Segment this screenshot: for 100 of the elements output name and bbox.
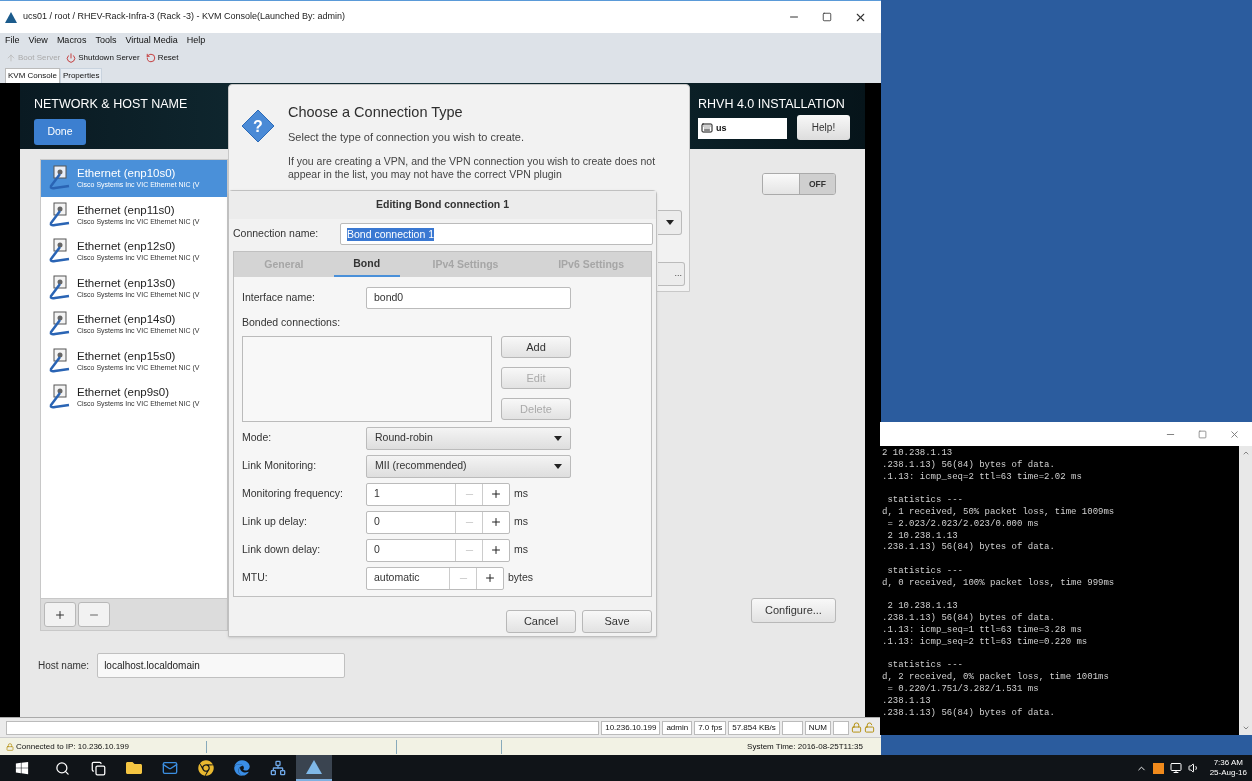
triangle-app-icon[interactable] [306, 760, 322, 774]
tab[interactable]: KVM Console [5, 68, 60, 83]
selected-text: Bond connection 1 [347, 227, 434, 241]
task-view-icon[interactable] [90, 760, 106, 776]
keyboard-layout-field[interactable]: us [698, 117, 787, 139]
menu-item[interactable]: Virtual Media [125, 34, 178, 48]
menu-item[interactable]: File [5, 34, 20, 48]
dialog-button[interactable]: ... [658, 262, 685, 286]
menu-item[interactable]: Help [186, 34, 206, 48]
unit-label: ms [514, 514, 528, 530]
connection-status: Connected to IP: 10.236.10.199 [14, 740, 207, 753]
caret-icon [554, 435, 562, 441]
field-label: Link up delay: [242, 514, 308, 530]
connection-name-field[interactable]: Bond connection 1 [340, 223, 653, 245]
mail-icon[interactable] [162, 760, 178, 776]
unit-label: ms [514, 542, 528, 558]
system-time: System Time: 2016-08-25T11:35 [747, 740, 864, 753]
dialog-subtitle: Select the type of connection you wish to create. [288, 129, 526, 145]
status-field [833, 720, 849, 735]
terminal-line: = 2.023/2.023/2.023/0.000 ms [886, 518, 1040, 531]
toolbar-button[interactable]: Reset [145, 52, 179, 64]
arrow-up-icon [6, 53, 16, 63]
unlocked-icon [864, 722, 875, 733]
power-icon [66, 53, 77, 63]
field-label: Mode: [242, 430, 273, 446]
triangle-logo-icon [5, 11, 17, 23]
device-name: Ethernet (enp12s0) [77, 239, 177, 254]
scroll-down-icon[interactable] [1241, 724, 1250, 732]
interface-name-field[interactable]: bond0 [366, 287, 571, 309]
network-card-icon [47, 238, 71, 265]
chrome-icon[interactable] [198, 760, 214, 776]
spin-field[interactable]: automatic [366, 566, 504, 590]
unit-label: bytes [508, 570, 534, 586]
menu-item[interactable]: Macros [56, 34, 87, 48]
terminal-line: statistics --- [886, 660, 964, 672]
spin-field[interactable]: 0 [366, 510, 510, 534]
list-action-button[interactable]: Add [501, 335, 571, 358]
terminal-line: d, 2 received, 0% packet loss, time 1001ms [882, 672, 1110, 684]
host-name-field[interactable]: localhost.localdomain [97, 653, 346, 678]
host-name-label: Host name: [38, 659, 90, 673]
dialog-button[interactable]: Save [582, 610, 652, 633]
menu-item[interactable]: View [28, 34, 48, 48]
dropdown[interactable] [658, 210, 682, 235]
folder-icon[interactable] [126, 760, 142, 776]
dropdown-value: MII (recommended) [375, 458, 467, 474]
configure-button[interactable]: Configure... [751, 598, 836, 623]
terminal-line: .238.1.13) 56(84) bytes of data. [882, 542, 1056, 555]
search-icon[interactable] [54, 760, 70, 776]
dialog-button[interactable]: Cancel [506, 610, 576, 633]
clock-date: 25-Aug-16 [1209, 768, 1247, 778]
device-name: Ethernet (enp9s0) [77, 385, 171, 400]
clock-time: 7:36 AM [1213, 758, 1243, 768]
terminal-line: .1.13: icmp_seq=2 ttl=63 time=2.02 ms [882, 471, 1083, 484]
spin-value: 0 [373, 542, 381, 558]
scroll-up-icon[interactable] [1241, 449, 1250, 457]
field-label: Monitoring frequency: [242, 486, 344, 502]
network-card-icon [47, 201, 71, 228]
status-field: 57.854 KB/s [728, 720, 780, 735]
menu-item[interactable]: Tools [95, 34, 117, 48]
toggle-switch[interactable]: OFF [762, 173, 836, 195]
section-title: NETWORK & HOST NAME [34, 96, 188, 113]
reset-icon [145, 53, 156, 63]
dropdown[interactable]: MII (recommended) [366, 454, 571, 478]
question-icon: ? [241, 109, 275, 143]
terminal-line: 2 10.238.1.13 [882, 448, 954, 460]
spin-field[interactable]: 0 [366, 538, 510, 562]
status-field: 10.236.10.199 [601, 720, 661, 735]
terminal-line: .1.13: icmp_seq=1 ttl=63 time=3.28 ms [882, 624, 1083, 637]
add-device-button[interactable] [44, 602, 76, 627]
volume-icon[interactable] [1187, 762, 1200, 774]
network-card-icon [47, 311, 71, 338]
dropdown-value: Round-robin [375, 430, 433, 446]
network-card-icon [47, 274, 71, 301]
device-name: Ethernet (enp10s0) [77, 166, 177, 181]
help-button[interactable]: Help! [797, 114, 850, 140]
status-field [781, 720, 803, 735]
caret-icon [665, 220, 674, 225]
terminal-line: .238.1.13 [882, 695, 932, 708]
field-label: Link down delay: [242, 542, 322, 558]
network-card-icon [47, 165, 71, 192]
keyboard-icon [701, 122, 713, 135]
notification-app-icon[interactable] [1152, 762, 1164, 774]
network-card-icon [47, 384, 71, 411]
maximize-icon[interactable] [822, 12, 832, 22]
terminal-line: d, 1 received, 50% packet loss, time 1009ms [882, 507, 1116, 519]
caret-icon [554, 463, 562, 469]
tab[interactable]: Properties [59, 68, 103, 83]
status-field: admin [662, 720, 693, 735]
spin-field[interactable]: 1 [366, 482, 510, 506]
tab[interactable]: Bond [333, 252, 400, 277]
network-card-icon [47, 347, 71, 374]
lock-icon [851, 722, 862, 733]
edge-icon[interactable] [234, 760, 250, 776]
done-button[interactable]: Done [34, 118, 86, 145]
unit-label: ms [514, 486, 528, 502]
dropdown[interactable]: Round-robin [366, 426, 571, 450]
toolbar-button[interactable]: Shutdown Server [66, 52, 140, 64]
start-icon[interactable] [15, 761, 29, 775]
spin-value: automatic [373, 570, 421, 586]
lock-icon [6, 742, 14, 751]
